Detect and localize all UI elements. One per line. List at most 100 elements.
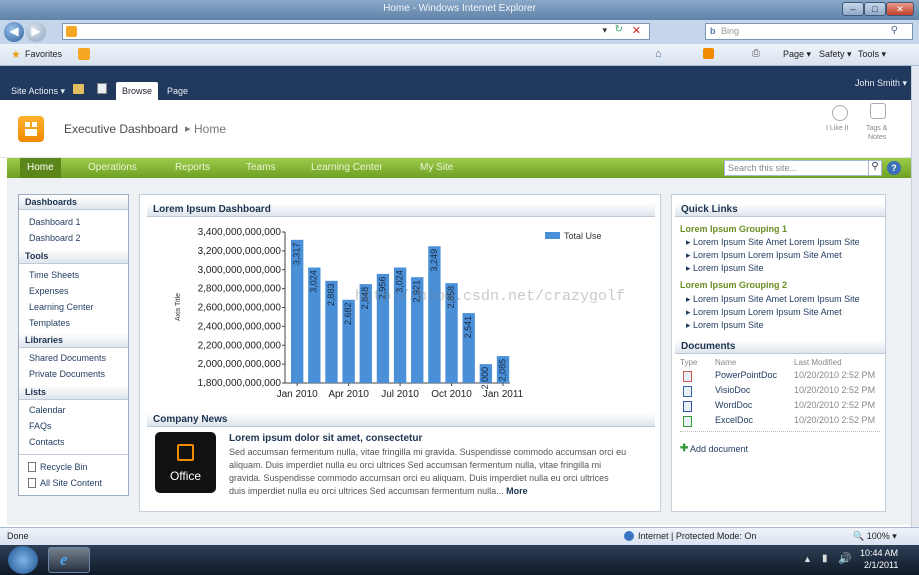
nav-shared-documents[interactable]: Shared Documents <box>29 353 106 363</box>
zoom-level[interactable]: 🔍 100% ▾ <box>853 531 897 542</box>
excel-icon <box>683 416 692 427</box>
nav-section-lists[interactable]: Lists <box>19 385 128 400</box>
nav-all-site-content[interactable]: All Site Content <box>40 478 102 488</box>
security-zone[interactable]: Internet | Protected Mode: On <box>638 531 756 541</box>
site-search-input[interactable]: Search this site... <box>724 160 869 176</box>
start-button[interactable] <box>8 546 38 574</box>
add-document-link[interactable]: Add document <box>690 444 748 454</box>
volume-icon[interactable]: 🔊 <box>838 552 852 565</box>
vertical-scrollbar[interactable] <box>911 66 919 527</box>
nav-calendar[interactable]: Calendar <box>29 405 66 415</box>
y-tick-label: 2,400,000,000,000 <box>198 321 282 332</box>
doc-name[interactable]: WordDoc <box>715 400 752 410</box>
i-like-it-icon[interactable] <box>832 105 848 121</box>
nav-buttons: ◀ ▶ <box>4 21 60 43</box>
more-link[interactable]: More <box>506 486 528 496</box>
refresh-icon[interactable]: ↻ <box>615 24 623 35</box>
tray-arrow-icon[interactable]: ▲ <box>803 554 812 564</box>
nav-my-site[interactable]: My Site <box>420 158 453 178</box>
back-icon[interactable]: ◀ <box>4 22 24 42</box>
print-icon[interactable]: ⎙ <box>752 48 760 59</box>
table-row[interactable]: PowerPointDoc 10/20/2010 2:52 PM <box>680 370 880 384</box>
home-icon[interactable]: ⌂ <box>655 48 662 60</box>
nav-expenses[interactable]: Expenses <box>29 286 69 296</box>
quick-links-group-1[interactable]: Lorem Ipsum Grouping 1 <box>680 224 787 234</box>
table-row[interactable]: VisioDoc 10/20/2010 2:52 PM <box>680 385 880 399</box>
favorites-star-icon: ★ <box>11 49 21 61</box>
tab-page[interactable]: Page <box>161 82 194 100</box>
site-search-icon[interactable]: ⚲ <box>868 160 882 176</box>
nav-templates[interactable]: Templates <box>29 318 70 328</box>
rss-icon[interactable] <box>703 48 714 59</box>
nav-divider <box>19 454 128 455</box>
site-logo-icon[interactable] <box>18 116 44 142</box>
nav-dashboard-1[interactable]: Dashboard 1 <box>29 217 81 227</box>
browser-search-input[interactable]: b Bing ⚲ <box>705 23 913 40</box>
table-row[interactable]: ExcelDoc 10/20/2010 2:52 PM <box>680 415 880 429</box>
i-like-it-label: I Like It <box>826 125 849 132</box>
nav-private-documents[interactable]: Private Documents <box>29 369 105 379</box>
quick-links-group-2[interactable]: Lorem Ipsum Grouping 2 <box>680 280 787 290</box>
favorite-site-icon[interactable] <box>78 48 90 60</box>
tab-browse[interactable]: Browse <box>116 82 159 100</box>
stop-icon[interactable]: ✕ <box>632 24 641 37</box>
site-title[interactable]: Executive Dashboard <box>64 122 178 136</box>
favorites-button[interactable]: Favorites <box>25 49 62 59</box>
network-icon[interactable]: ▮ <box>822 553 828 564</box>
quick-link[interactable]: ▸ Lorem Ipsum Lorem Ipsum Site Amet <box>686 250 842 261</box>
tools-menu[interactable]: Tools ▾ <box>858 49 886 60</box>
safety-menu[interactable]: Safety ▾ <box>819 49 852 60</box>
quick-link[interactable]: ▸ Lorem Ipsum Site <box>686 320 764 331</box>
nav-contacts[interactable]: Contacts <box>29 437 65 447</box>
help-icon[interactable]: ? <box>887 161 901 175</box>
maximize-button[interactable]: □ <box>864 2 886 16</box>
address-input[interactable]: ▾ ↻ ✕ <box>62 23 650 40</box>
col-modified[interactable]: Last Modified <box>794 358 842 367</box>
search-icon[interactable]: ⚲ <box>891 25 898 36</box>
favorites-bar: ★ Favorites ⌂ ⎙ Page ▾ Safety ▾ Tools ▾ <box>0 44 919 66</box>
tags-notes-icon[interactable] <box>870 103 886 119</box>
x-tick-label: Jan 2011 <box>483 389 524 400</box>
col-name[interactable]: Name <box>715 358 736 367</box>
col-type[interactable]: Type <box>680 358 697 367</box>
nav-learning-center[interactable]: Learning Center <box>311 158 383 178</box>
quick-link[interactable]: ▸ Lorem Ipsum Lorem Ipsum Site Amet <box>686 307 842 318</box>
edit-page-icon[interactable] <box>97 83 107 94</box>
navigate-up-icon[interactable] <box>73 84 84 94</box>
close-button[interactable]: ✕ <box>886 2 914 16</box>
quick-link[interactable]: ▸ Lorem Ipsum Site Amet Lorem Ipsum Site <box>686 237 860 248</box>
user-menu[interactable]: John Smith ▾ <box>855 78 907 89</box>
clock-time[interactable]: 10:44 AM <box>860 548 898 558</box>
nav-time-sheets[interactable]: Time Sheets <box>29 270 79 280</box>
nav-section-dashboards[interactable]: Dashboards <box>19 195 128 210</box>
doc-name[interactable]: VisioDoc <box>715 385 750 395</box>
quick-link[interactable]: ▸ Lorem Ipsum Site Amet Lorem Ipsum Site <box>686 294 860 305</box>
page-menu[interactable]: Page ▾ <box>783 49 811 60</box>
nav-teams[interactable]: Teams <box>246 158 275 178</box>
minimize-button[interactable]: – <box>842 2 864 16</box>
nav-operations[interactable]: Operations <box>88 158 137 178</box>
address-dropdown-icon[interactable]: ▾ <box>602 25 607 36</box>
forward-icon[interactable]: ▶ <box>26 22 46 42</box>
quick-launch: Dashboards Dashboard 1 Dashboard 2 Tools… <box>18 194 129 496</box>
x-tick-label: Oct 2010 <box>431 389 472 400</box>
bar-value-label: 2,682 <box>343 302 353 325</box>
nav-dashboard-2[interactable]: Dashboard 2 <box>29 233 81 243</box>
nav-faqs[interactable]: FAQs <box>29 421 52 431</box>
nav-section-tools[interactable]: Tools <box>19 249 128 264</box>
quick-link[interactable]: ▸ Lorem Ipsum Site <box>686 263 764 274</box>
ie-taskbar-button[interactable]: e <box>48 547 90 573</box>
site-actions-menu[interactable]: Site Actions ▾ <box>11 86 65 97</box>
table-row[interactable]: WordDoc 10/20/2010 2:52 PM <box>680 400 880 414</box>
news-headline[interactable]: Lorem ipsum dolor sit amet, consectetur <box>229 433 422 444</box>
nav-learning-center-link[interactable]: Learning Center <box>29 302 94 312</box>
x-tick-label: Jul 2010 <box>381 389 419 400</box>
nav-recycle-bin[interactable]: Recycle Bin <box>40 462 88 472</box>
nav-reports[interactable]: Reports <box>175 158 210 178</box>
nav-home[interactable]: Home <box>20 158 61 178</box>
taskbar <box>0 545 919 575</box>
nav-section-libraries[interactable]: Libraries <box>19 333 128 348</box>
doc-name[interactable]: ExcelDoc <box>715 415 753 425</box>
clock-date[interactable]: 2/1/2011 <box>864 560 898 570</box>
doc-name[interactable]: PowerPointDoc <box>715 370 777 380</box>
